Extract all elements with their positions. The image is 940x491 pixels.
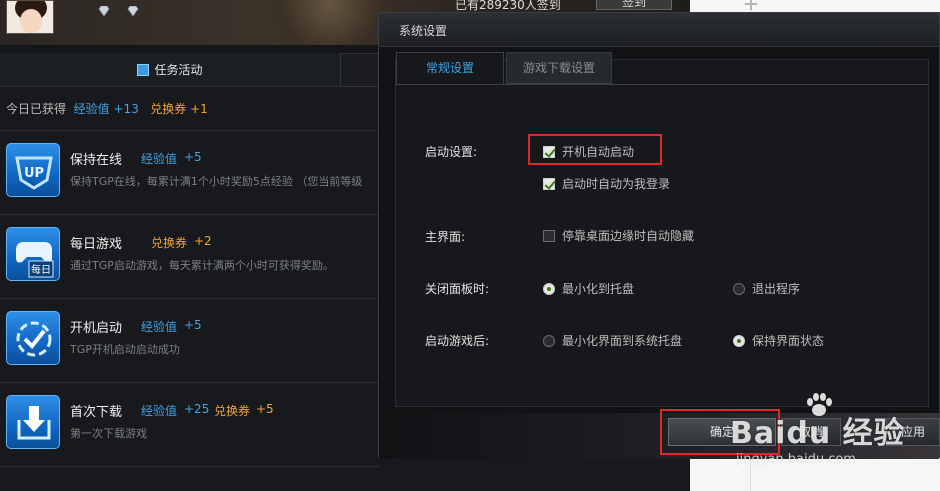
task-description: 通过TGP启动游戏，每天累计满两个小时可获得奖励。	[70, 259, 334, 272]
task-name: 首次下载	[70, 405, 123, 420]
download-icon	[6, 395, 60, 449]
list-bottom-divider	[0, 466, 380, 491]
task-reward-label: 经验值	[141, 152, 178, 166]
tab-general-settings[interactable]: 常规设置	[396, 52, 504, 84]
task-reward-label: 经验值	[141, 320, 178, 334]
task-reward-label: 经验值	[141, 404, 178, 418]
task-name: 开机启动	[70, 321, 123, 336]
auto-hide-checkbox[interactable]: 停靠桌面边缘时自动隐藏	[543, 227, 694, 244]
task-description: 第一次下载游戏	[70, 427, 147, 440]
today-prefix: 今日已获得	[6, 102, 67, 116]
radio-minimize-ui-label: 最小化界面到系统托盘	[562, 334, 683, 348]
gamepad-daily-icon: 每日	[6, 227, 60, 281]
task-reward-value: +5	[184, 318, 202, 332]
tab-task-activities-label: 任务活动	[154, 63, 203, 77]
auto-start-checkbox[interactable]: 开机自动启动	[543, 143, 634, 160]
task-reward-value: +5	[184, 150, 202, 164]
radio-exit-program-label: 退出程序	[752, 282, 801, 296]
radio-unselected-icon	[733, 282, 745, 295]
task-item-daily-game[interactable]: 每日 每日游戏 兑换券 +2 通过TGP启动游戏，每天累计满两个小时可获得奖励。	[0, 214, 380, 298]
avatar[interactable]	[6, 0, 54, 34]
dialog-title: 系统设置	[399, 24, 448, 38]
signin-button[interactable]: 签到	[596, 0, 672, 10]
task-reward-value: +2	[194, 234, 212, 248]
task-name: 保持在线	[70, 153, 123, 168]
plus-icon[interactable]	[744, 0, 758, 10]
close-panel-label: 关闭面板时:	[425, 282, 490, 296]
task-name: 每日游戏	[70, 237, 123, 252]
task-reward-value: +5	[256, 402, 274, 416]
task-reward-value: +25	[184, 402, 210, 416]
radio-exit-program[interactable]: 退出程序	[733, 280, 800, 297]
task-item-first-download[interactable]: 首次下载 经验值 +25 兑换券 +5 第一次下载游戏	[0, 382, 380, 466]
svg-text:每日: 每日	[31, 263, 51, 276]
radio-keep-ui-state[interactable]: 保持界面状态	[733, 332, 824, 349]
dialog-footer	[379, 413, 939, 459]
task-description: TGP开机启动启动成功	[70, 343, 180, 356]
tab-secondary[interactable]	[340, 53, 380, 87]
radio-selected-icon	[543, 282, 555, 295]
today-coupon-value: +1	[190, 102, 208, 116]
today-exp-value: +13	[113, 102, 139, 116]
checkbox-unchecked-icon	[543, 229, 555, 242]
auto-hide-label: 停靠桌面边缘时自动隐藏	[562, 229, 695, 243]
main-ui-label: 主界面:	[425, 230, 466, 244]
apply-button[interactable]: 应用	[886, 418, 940, 446]
power-check-icon	[6, 311, 60, 365]
up-badge-icon: UP	[6, 143, 60, 197]
today-coupon-label: 兑换券	[150, 102, 187, 116]
dialog-title-bar[interactable]: 系统设置	[379, 13, 939, 47]
checkbox-checked-icon	[543, 145, 555, 158]
diamond-icon	[98, 6, 110, 16]
today-exp-label: 经验值	[73, 102, 110, 116]
auto-login-checkbox[interactable]: 启动时自动为我登录	[543, 175, 670, 192]
radio-selected-icon	[733, 334, 745, 347]
today-earned-summary: 今日已获得 经验值 +13 兑换券 +1	[6, 100, 208, 117]
tab-underline	[396, 84, 928, 85]
radio-minimize-ui[interactable]: 最小化界面到系统托盘	[543, 332, 682, 349]
svg-text:UP: UP	[24, 166, 44, 181]
tab-download-settings[interactable]: 游戏下载设置	[506, 52, 612, 84]
auto-login-label: 启动时自动为我登录	[562, 177, 671, 191]
auto-start-label: 开机自动启动	[562, 145, 635, 159]
radio-minimize-to-tray[interactable]: 最小化到托盘	[543, 280, 634, 297]
radio-unselected-icon	[543, 334, 555, 347]
avatar-face	[20, 9, 42, 33]
task-item-auto-start[interactable]: 开机启动 经验值 +5 TGP开机启动启动成功	[0, 298, 380, 382]
radio-minimize-to-tray-label: 最小化到托盘	[562, 282, 635, 296]
cancel-button[interactable]: 取消	[781, 418, 841, 446]
checkbox-checked-icon	[543, 177, 555, 190]
tab-task-activities[interactable]: 任务活动	[0, 53, 340, 87]
startup-settings-label: 启动设置:	[425, 145, 478, 159]
diamond-icon	[127, 6, 139, 16]
task-reward-label: 兑换券	[151, 236, 188, 250]
task-description: 保持TGP在线，每累计满1个小时奖励5点经验 （您当前等级	[70, 175, 363, 188]
task-item-stay-online[interactable]: UP 保持在线 经验值 +5 保持TGP在线，每累计满1个小时奖励5点经验 （您…	[0, 130, 380, 214]
checklist-icon	[137, 63, 150, 76]
task-reward-label: 兑换券	[214, 404, 251, 418]
after-launch-label: 启动游戏后:	[425, 334, 490, 348]
ok-button[interactable]: 确定	[668, 418, 776, 446]
radio-keep-ui-state-label: 保持界面状态	[752, 334, 825, 348]
